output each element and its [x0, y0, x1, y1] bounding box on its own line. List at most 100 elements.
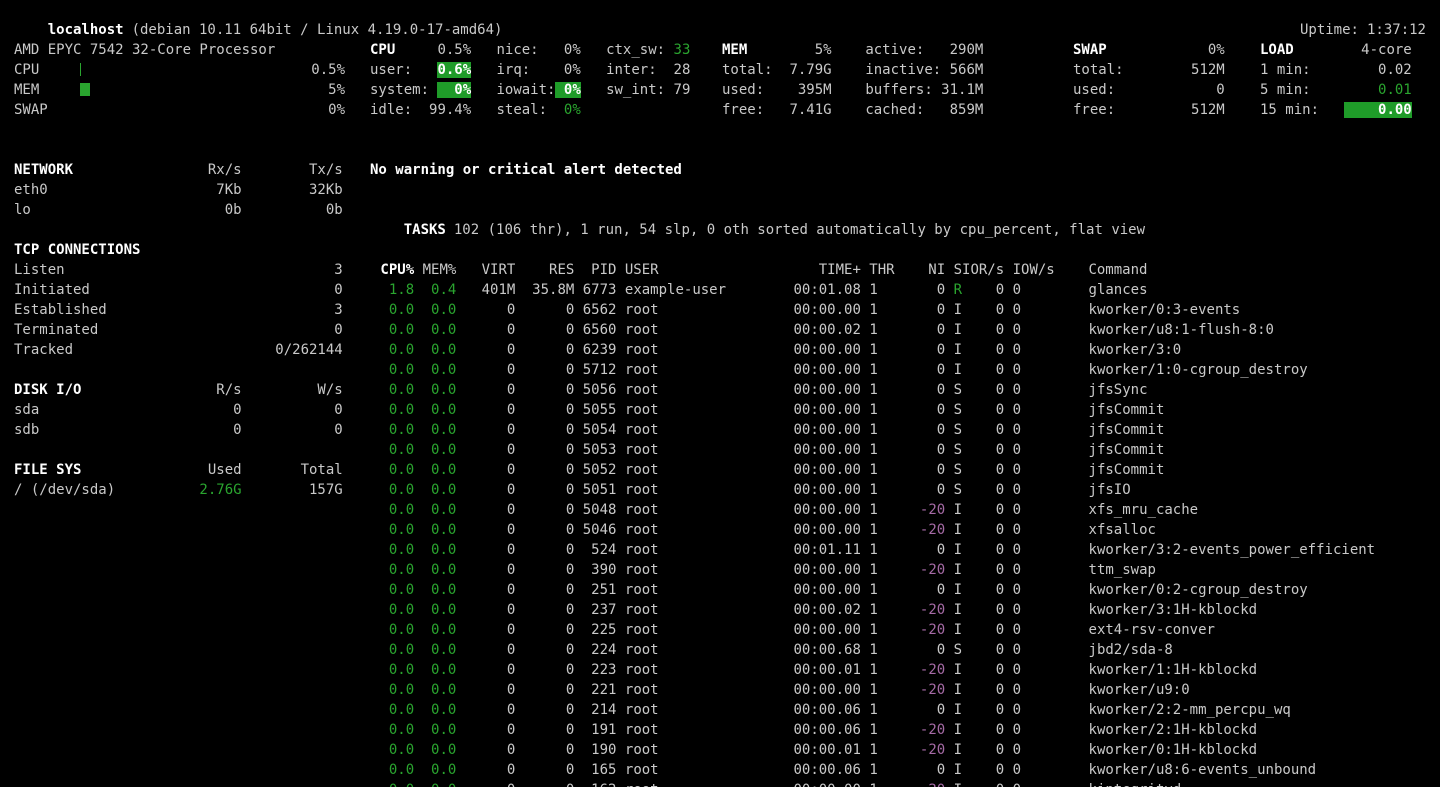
stat-value: 0.5% [429, 42, 471, 58]
panel-value-2: 0 [242, 402, 343, 418]
panel-value-2: 0 [242, 322, 343, 338]
spacer [832, 42, 866, 58]
nice: 0 [903, 302, 945, 318]
spacer [414, 762, 422, 778]
spacer [945, 342, 953, 358]
load-stats-panel: LOAD 4-core1 min: 0.025 min: 0.0115 min:… [1260, 40, 1412, 120]
nice: -20 [903, 602, 945, 618]
stat-line: system: 0% iowait: 0% sw_int: 79 [370, 80, 690, 100]
nice: -20 [903, 522, 945, 538]
mem-percent: 0.0 [423, 522, 457, 538]
panel-value-2: 32Kb [242, 182, 343, 198]
process-row: 0.0 0.0 0 0 214 root 00:00.06 1 0 I 0 0 … [372, 700, 1375, 720]
user-time-thr: root 00:00.00 1 [625, 582, 903, 598]
command: xfsalloc [1021, 522, 1156, 538]
panel-value-1 [149, 282, 242, 298]
cpu-percent: 0.0 [372, 722, 414, 738]
spacer [945, 662, 953, 678]
command: kworker/0:2-cgroup_destroy [1021, 582, 1308, 598]
cpu-percent: 0.0 [372, 422, 414, 438]
process-row: 0.0 0.0 0 0 5048 root 00:00.00 1 -20 I 0… [372, 500, 1375, 520]
panel-header-row: FILE SYS Used Total [14, 460, 343, 480]
command: jbd2/sda-8 [1021, 642, 1173, 658]
spacer [945, 502, 953, 518]
nice: 0 [903, 282, 945, 298]
quicklook-row: SWAP0% [14, 100, 345, 120]
left-sidebar-panels: NETWORK Rx/s Tx/seth0 7Kb 32Kblo 0b 0b T… [14, 160, 343, 500]
cpu-percent: 0.0 [372, 442, 414, 458]
mem-percent: 0.0 [423, 782, 457, 787]
cpu-percent: 1.8 [372, 282, 414, 298]
stat-label: free: [1073, 102, 1132, 118]
process-row: 0.0 0.0 0 0 5056 root 00:00.00 1 0 S 0 0… [372, 380, 1375, 400]
command: kworker/u8:6-events_unbound [1021, 762, 1316, 778]
virt-res-pid: 0 0 6560 [456, 322, 625, 338]
nice: 0 [903, 382, 945, 398]
nice: 0 [903, 642, 945, 658]
stat-line: total: 7.79G inactive: 566M [722, 60, 983, 80]
panel-header-row: DISK I/O R/s W/s [14, 380, 343, 400]
column-headers: MEM% VIRT RES PID [414, 262, 625, 278]
virt-res-pid: 0 0 225 [456, 622, 625, 638]
panel-value-1: 0 [149, 422, 242, 438]
command: kworker/3:1H-kblockd [1021, 602, 1257, 618]
process-row: 0.0 0.0 0 0 165 root 00:00.06 1 0 I 0 0 … [372, 760, 1375, 780]
spacer [471, 42, 496, 58]
process-row: 0.0 0.0 0 0 5051 root 00:00.00 1 0 S 0 0… [372, 480, 1375, 500]
mem-percent: 0.0 [423, 762, 457, 778]
spacer [581, 62, 606, 78]
stat-value: 0.00 [1344, 102, 1411, 118]
usage-value: 5% [280, 80, 345, 100]
spacer [945, 602, 953, 618]
mem-percent: 0.0 [423, 542, 457, 558]
spacer [414, 402, 422, 418]
stat-value: 79 [665, 82, 690, 98]
panel-label: FILE SYS [14, 462, 149, 478]
state: I [954, 742, 962, 758]
process-row: 0.0 0.0 0 0 225 root 00:00.00 1 -20 I 0 … [372, 620, 1375, 640]
glances-terminal[interactable]: localhost(debian 10.11 64bit / Linux 4.1… [0, 0, 1440, 787]
virt-res-pid: 401M 35.8M 6773 [456, 282, 625, 298]
virt-res-pid: 0 0 5053 [456, 442, 625, 458]
command: jfsCommit [1021, 422, 1164, 438]
spacer [945, 282, 953, 298]
stat-value: 859M [941, 102, 983, 118]
panel-row: / (/dev/sda) 2.76G 157G [14, 480, 343, 500]
spacer [945, 702, 953, 718]
command: jfsSync [1021, 382, 1147, 398]
user-time-thr: root 00:00.02 1 [625, 602, 903, 618]
stat-label: steal: [496, 102, 555, 118]
spacer [414, 602, 422, 618]
panel-label: / (/dev/sda) [14, 482, 149, 498]
stat-value: 0% [1132, 42, 1225, 58]
state: I [954, 702, 962, 718]
mem-percent: 0.0 [423, 642, 457, 658]
panel-header-row: NETWORK Rx/s Tx/s [14, 160, 343, 180]
panel-row [14, 360, 343, 380]
usage-label: SWAP [14, 100, 80, 120]
panel-value-1: R/s [149, 382, 242, 398]
stat-line: SWAP 0% [1073, 40, 1225, 60]
cpu-percent: 0.0 [372, 322, 414, 338]
io-counters: 0 0 [962, 422, 1021, 438]
usage-bar [80, 60, 280, 80]
user-time-thr: root 00:00.00 1 [625, 502, 903, 518]
stat-label: total: [722, 62, 781, 78]
command: ext4-rsv-conver [1021, 622, 1215, 638]
spacer [945, 542, 953, 558]
command: kworker/0:3-events [1021, 302, 1240, 318]
mem-percent: 0.0 [423, 582, 457, 598]
nice: -20 [903, 682, 945, 698]
usage-bar-fill [80, 63, 81, 76]
stat-line: total: 512M [1073, 60, 1225, 80]
panel-label: Tracked [14, 342, 149, 358]
process-table: CPU% MEM% VIRT RES PID USER TIME+ THR NI… [372, 260, 1375, 787]
io-counters: 0 0 [962, 542, 1021, 558]
spacer [945, 462, 953, 478]
panel-row: Initiated 0 [14, 280, 343, 300]
spacer [945, 682, 953, 698]
state: I [954, 782, 962, 787]
stat-label: 15 min: [1260, 102, 1327, 118]
panel-value-2 [242, 242, 343, 258]
io-counters: 0 0 [962, 622, 1021, 638]
